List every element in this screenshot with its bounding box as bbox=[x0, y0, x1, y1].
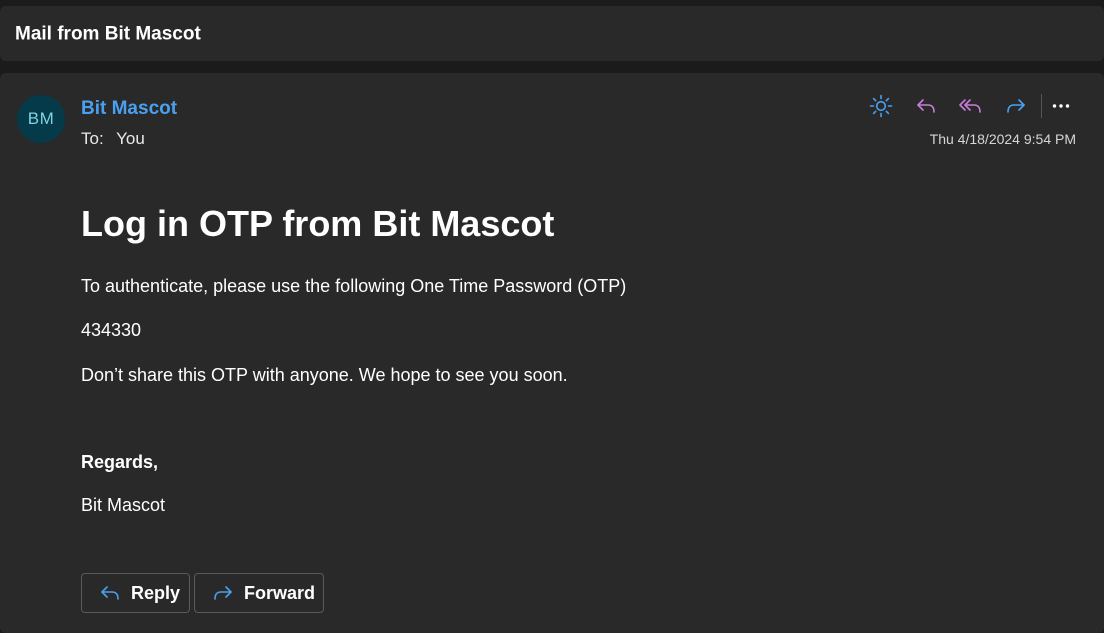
email-heading: Log in OTP from Bit Mascot bbox=[81, 203, 555, 244]
signature: Bit Mascot bbox=[81, 495, 166, 515]
sender-name[interactable]: Bit Mascot bbox=[81, 98, 177, 120]
avatar[interactable]: BM bbox=[17, 95, 65, 143]
reply-button-label: Reply bbox=[131, 582, 181, 603]
toolbar-divider bbox=[1041, 94, 1042, 118]
recipient-value[interactable]: You bbox=[116, 129, 145, 148]
forward-icon[interactable] bbox=[1001, 92, 1031, 120]
recipients-line: To: You bbox=[81, 129, 145, 149]
regards: Regards, bbox=[81, 452, 159, 472]
reply-icon[interactable] bbox=[911, 92, 941, 120]
reply-all-icon[interactable] bbox=[956, 92, 986, 120]
to-label: To: bbox=[81, 129, 104, 148]
forward-button-label: Forward bbox=[244, 582, 316, 603]
forward-button[interactable]: Forward bbox=[194, 573, 324, 613]
body-warning: Don’t share this OTP with anyone. We hop… bbox=[81, 365, 568, 385]
mail-reading-pane bbox=[0, 73, 1104, 633]
otp-code: 434330 bbox=[81, 320, 142, 340]
body-intro: To authenticate, please use the followin… bbox=[81, 276, 627, 296]
more-icon[interactable] bbox=[1046, 92, 1076, 120]
reply-button[interactable]: Reply bbox=[81, 573, 190, 613]
subject-title: Mail from Bit Mascot bbox=[15, 23, 201, 44]
sun-icon[interactable] bbox=[866, 92, 896, 120]
forward-icon bbox=[211, 582, 235, 604]
message-actions-toolbar bbox=[866, 92, 1076, 120]
reply-icon bbox=[98, 582, 122, 604]
timestamp: Thu 4/18/2024 9:54 PM bbox=[929, 131, 1076, 147]
subject-bar: Mail from Bit Mascot bbox=[0, 6, 1104, 61]
